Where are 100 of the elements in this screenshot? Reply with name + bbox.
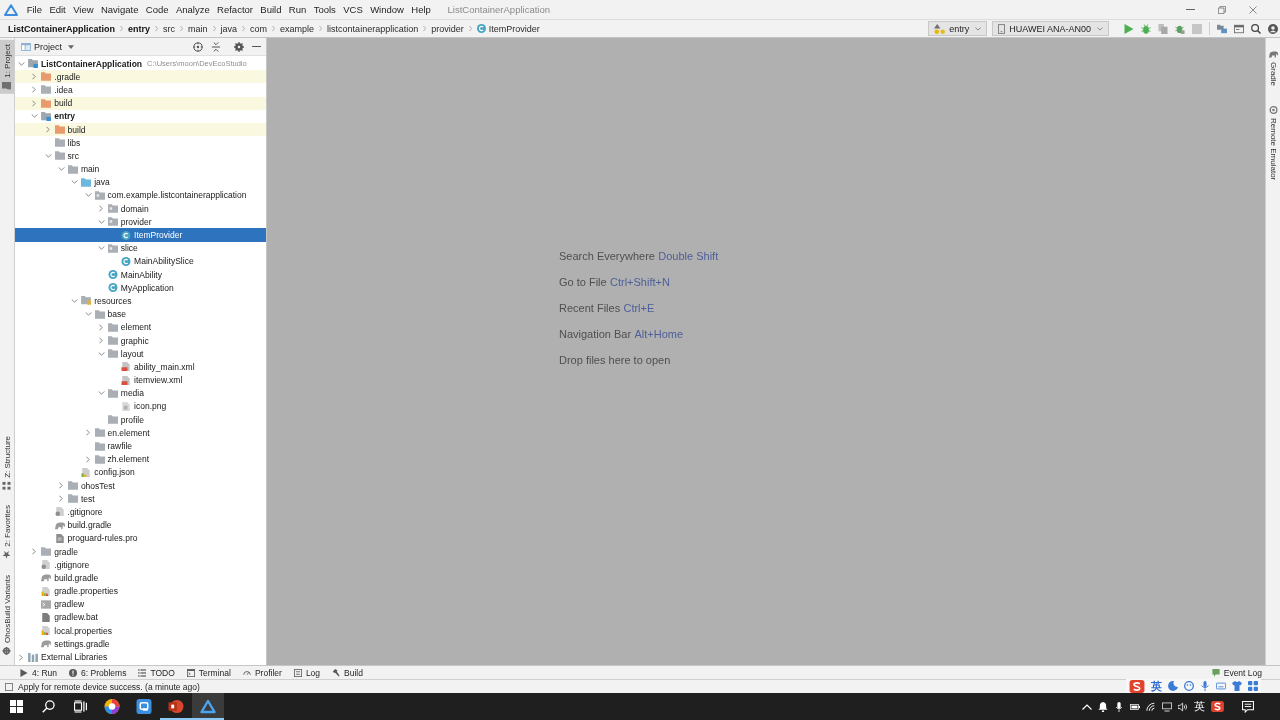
tool-window-tab[interactable]: 6: Problems — [69, 667, 127, 678]
breadcrumb[interactable]: main — [188, 23, 208, 34]
tree-item[interactable]: MyApplication — [15, 281, 266, 295]
search-icon[interactable] — [1251, 23, 1261, 34]
tree-item[interactable]: libs — [15, 136, 266, 150]
chevron-down-icon[interactable] — [57, 167, 65, 172]
settings-icon[interactable] — [234, 41, 244, 52]
tool-window-tab[interactable]: 4: Run — [20, 667, 58, 678]
tree-item[interactable]: entry — [15, 109, 266, 123]
tree-item[interactable]: media — [15, 386, 266, 400]
tree-item[interactable]: com.example.listcontainerapplication — [15, 188, 266, 203]
menu-item[interactable]: VCS — [339, 4, 367, 15]
view-selector[interactable]: Project — [34, 41, 74, 52]
folders-icon[interactable] — [1217, 23, 1227, 34]
s-tile-icon[interactable] — [1129, 679, 1145, 693]
menu-item[interactable]: Navigate — [97, 4, 143, 15]
run-config-dropdown[interactable]: entry — [928, 21, 988, 36]
bell-icon[interactable] — [1098, 701, 1108, 712]
tree-item[interactable]: settings.gradle — [15, 637, 266, 651]
tree-item[interactable]: resources — [15, 294, 266, 308]
tree-item[interactable]: en.element — [15, 426, 266, 440]
tree-item[interactable]: ItemProvider — [15, 228, 266, 242]
tree-item[interactable]: java — [15, 175, 266, 189]
chevron-right-icon[interactable] — [45, 126, 50, 134]
breadcrumb[interactable]: src — [163, 23, 176, 34]
shirt-icon[interactable] — [1232, 681, 1242, 691]
chevron-right-icon[interactable] — [98, 337, 103, 345]
chevron-down-icon[interactable] — [97, 351, 105, 356]
tool-window-tab[interactable]: OhosBuild Variants — [0, 571, 14, 659]
microphone-icon[interactable] — [1114, 701, 1124, 712]
tree-item[interactable]: gradlew — [15, 597, 266, 611]
tree-item[interactable]: build.gradle — [15, 518, 266, 532]
tree-item[interactable]: base — [15, 307, 266, 321]
tree-item[interactable]: domain — [15, 202, 266, 216]
tool-window-tab[interactable]: Event Log — [1211, 667, 1262, 678]
chevron-down-icon[interactable] — [44, 153, 52, 158]
chevron-right-icon[interactable] — [32, 73, 37, 81]
tool-window-tab[interactable]: Build — [332, 667, 363, 678]
play-icon[interactable] — [1124, 23, 1134, 34]
tree-item[interactable]: src — [15, 149, 266, 163]
tool-window-tab[interactable]: Profiler — [242, 667, 282, 678]
input-language[interactable]: 英 — [1194, 699, 1205, 714]
input-mode[interactable]: 英 — [1151, 678, 1162, 694]
chevron-down-icon[interactable] — [97, 246, 105, 251]
taskbar-app-button[interactable] — [192, 693, 224, 720]
grid-icon[interactable] — [1248, 681, 1258, 691]
tool-window-tab[interactable]: Log — [293, 667, 321, 678]
menu-item[interactable]: Analyze — [172, 4, 214, 15]
tree-item[interactable]: test — [15, 492, 266, 506]
menu-item[interactable]: Help — [407, 4, 435, 15]
tree-item[interactable]: ability_main.xml — [15, 360, 266, 374]
chevron-down-icon[interactable] — [97, 219, 105, 224]
chevron-right-icon[interactable] — [98, 323, 103, 331]
menu-item[interactable]: View — [69, 4, 98, 15]
chevron-right-icon[interactable] — [58, 495, 63, 503]
tree-item[interactable]: External Libraries — [15, 650, 266, 664]
menu-item[interactable]: Run — [285, 4, 310, 15]
monitor-icon[interactable] — [1162, 701, 1172, 712]
tree-item[interactable]: main — [15, 162, 266, 176]
battery-icon[interactable] — [1130, 701, 1140, 712]
tree-item[interactable]: MainAbility — [15, 268, 266, 282]
collapse-icon[interactable] — [211, 41, 221, 52]
keyboard-icon[interactable] — [1216, 681, 1226, 691]
breadcrumb[interactable]: com — [250, 23, 268, 34]
chevron-right-icon[interactable] — [19, 653, 23, 661]
tool-window-tab[interactable]: TODO — [138, 667, 175, 678]
chevron-down-icon[interactable] — [97, 391, 105, 396]
menu-item[interactable]: Tools — [310, 4, 340, 15]
breadcrumb[interactable]: ItemProvider — [476, 23, 540, 34]
menu-item[interactable]: Code — [142, 4, 173, 15]
tree-item[interactable]: MainAbilitySlice — [15, 254, 266, 268]
tree-item[interactable]: gradle.properties — [15, 584, 266, 598]
tree-item[interactable]: profile — [15, 413, 266, 427]
tool-window-tab[interactable]: Terminal — [186, 667, 231, 678]
chevron-right-icon[interactable] — [32, 86, 37, 94]
tool-window-tab[interactable]: Remote Emulator — [1266, 102, 1280, 185]
breadcrumb[interactable]: entry — [128, 23, 151, 34]
wifi-icon[interactable] — [1146, 701, 1156, 712]
chevron-right-icon[interactable] — [58, 482, 63, 490]
stop-icon[interactable] — [1192, 23, 1202, 34]
avatar-icon[interactable] — [1268, 23, 1278, 34]
breadcrumb[interactable]: example — [280, 23, 315, 34]
tree-item[interactable]: gradle — [15, 544, 266, 559]
bug-icon[interactable] — [1175, 23, 1185, 34]
s-tile-icon[interactable] — [1211, 701, 1224, 712]
tree-item[interactable]: rawfile — [15, 439, 266, 453]
minimize-icon[interactable] — [252, 45, 261, 48]
speech-bubble-icon[interactable] — [1242, 700, 1254, 713]
tool-window-tab[interactable]: 2: Favorites — [0, 501, 14, 564]
chevron-down-icon[interactable] — [71, 180, 79, 185]
tool-window-tab[interactable]: 1: Project — [0, 40, 14, 94]
tree-item[interactable]: proguard-rules.pro — [15, 531, 266, 545]
tree-item[interactable]: provider — [15, 215, 266, 229]
tree-item[interactable]: icon.png — [15, 399, 266, 414]
tree-item[interactable]: graphic — [15, 333, 266, 348]
smiley-icon[interactable] — [1184, 681, 1194, 691]
chevron-right-icon[interactable] — [85, 429, 90, 437]
menu-item[interactable]: Edit — [45, 4, 70, 15]
tree-item[interactable]: slice — [15, 241, 266, 255]
breadcrumb[interactable]: listcontainerapplication — [327, 23, 419, 34]
